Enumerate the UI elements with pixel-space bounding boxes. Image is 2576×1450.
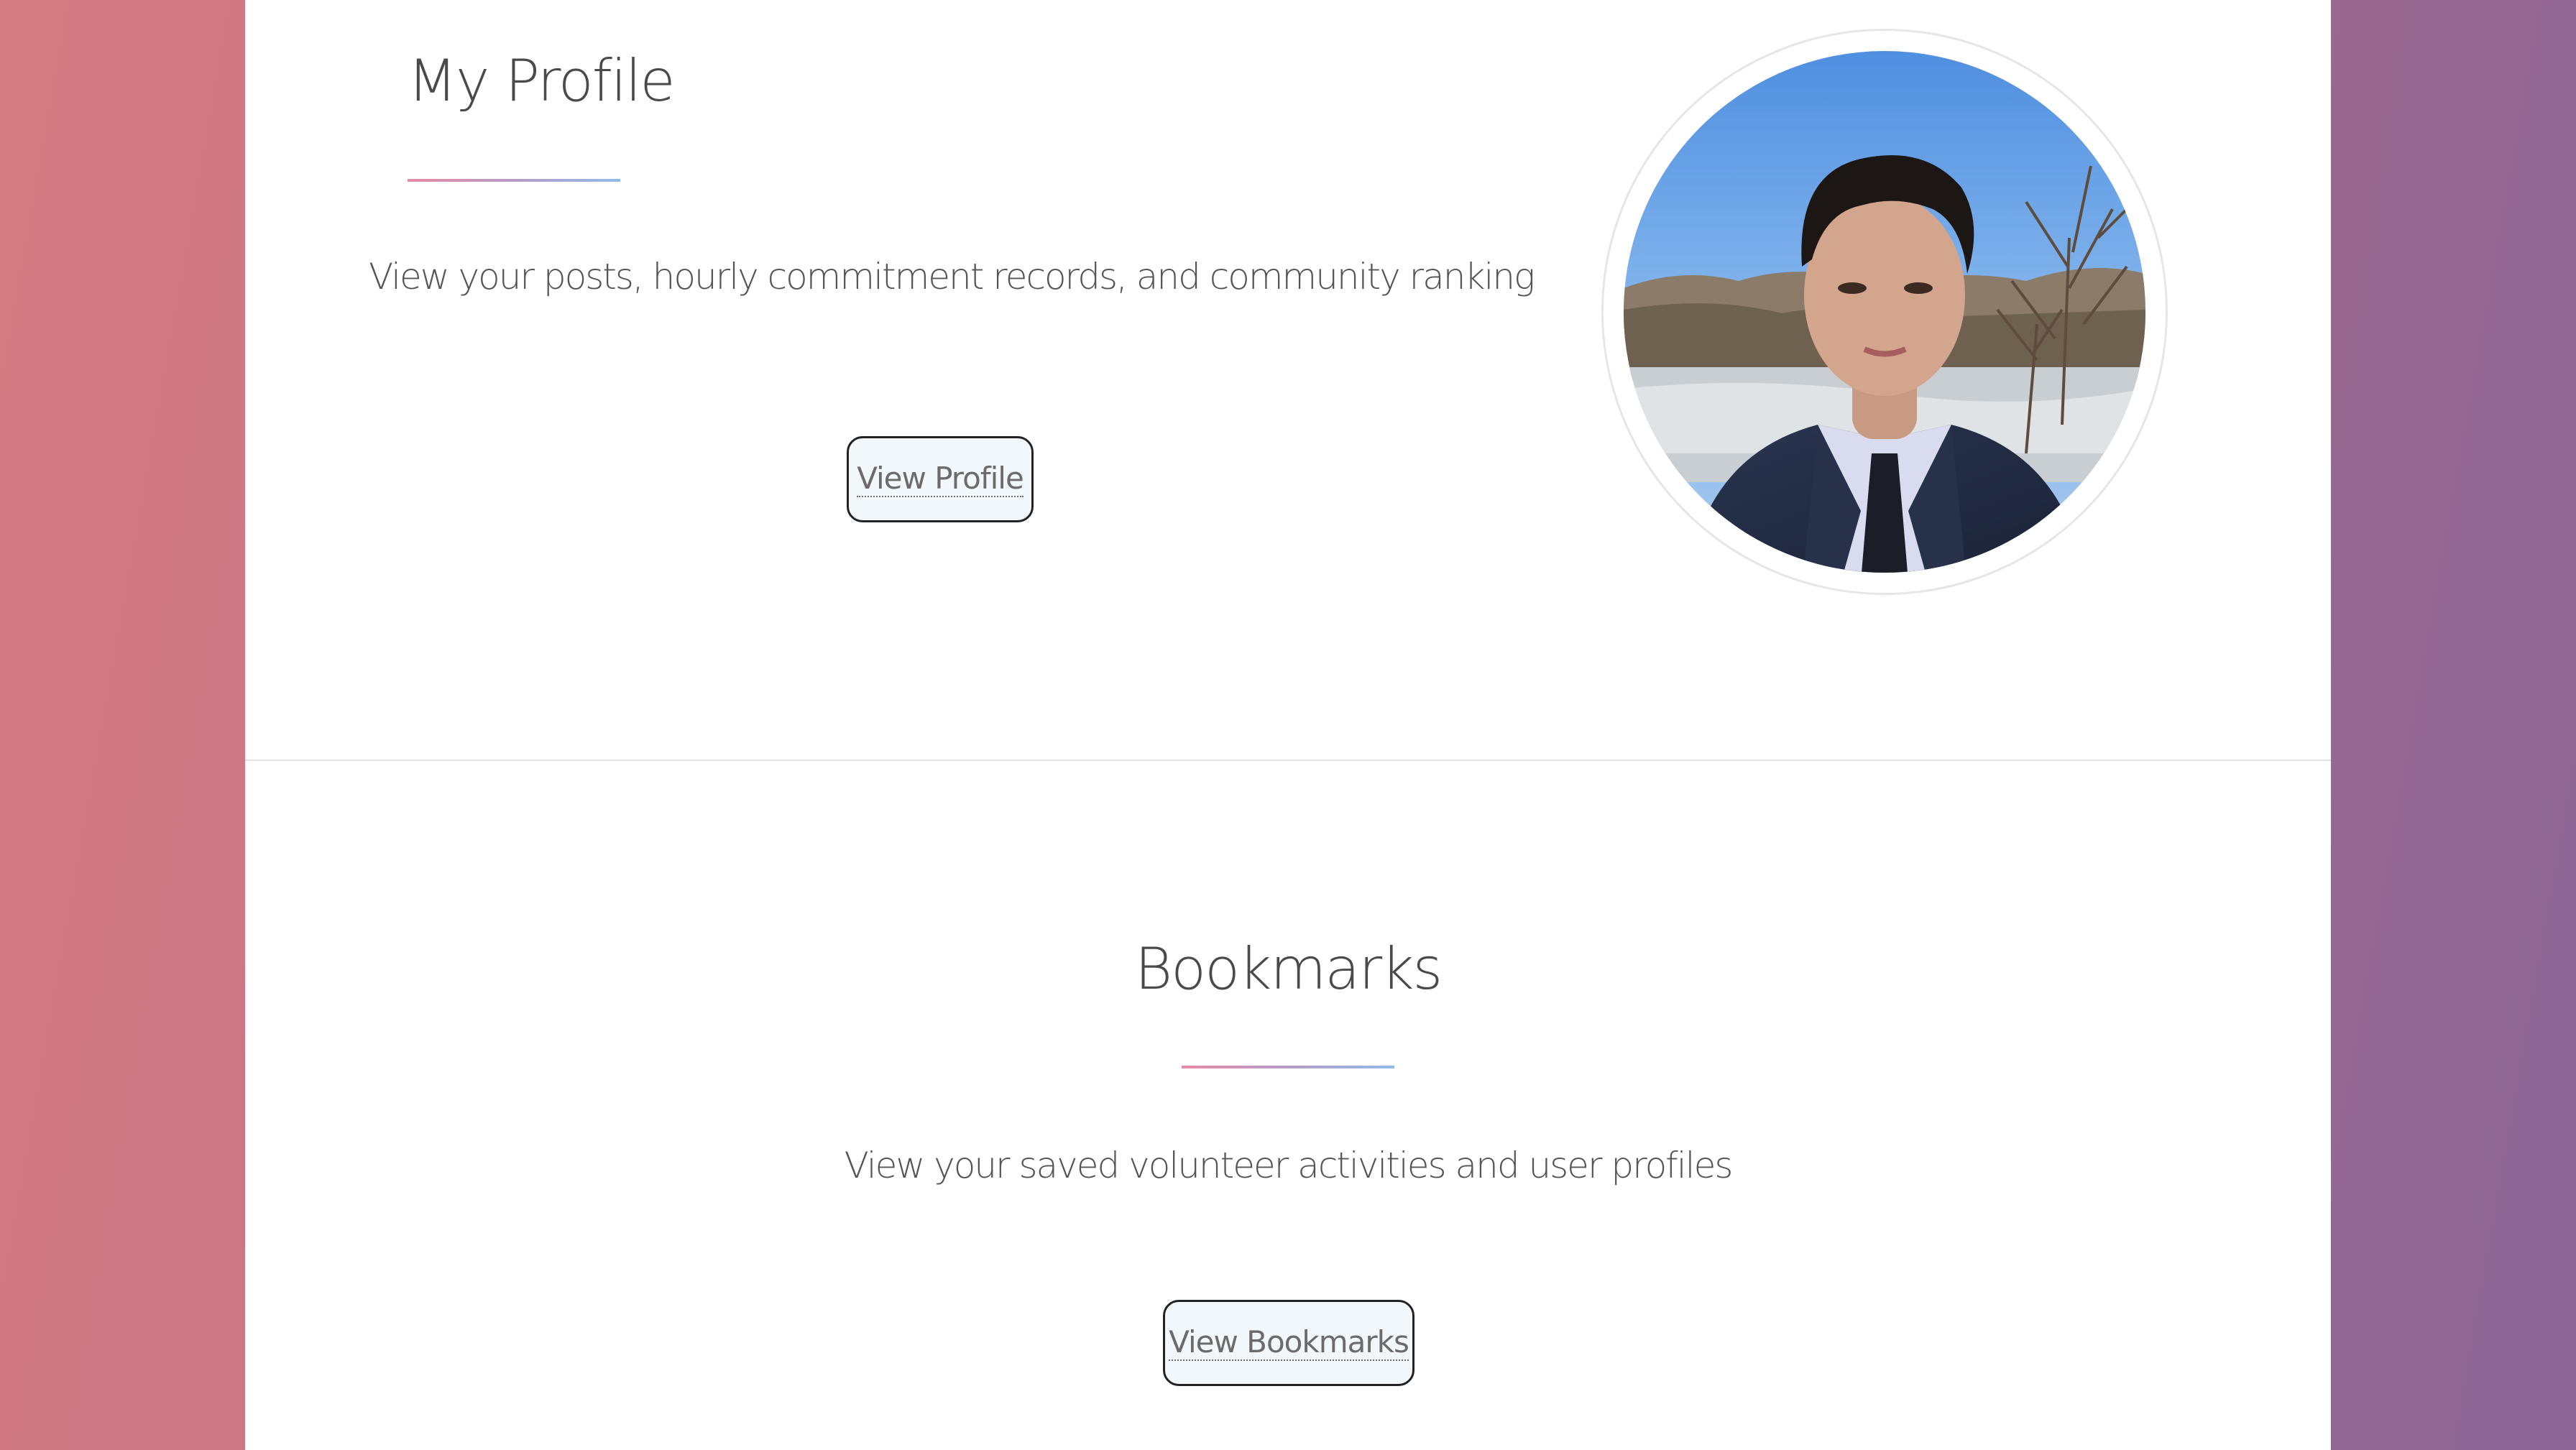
avatar-frame xyxy=(1601,29,2168,595)
profile-section: My Profile View your posts, hourly commi… xyxy=(245,0,2331,761)
profile-description: View your posts, hourly commitment recor… xyxy=(369,256,1535,297)
view-profile-button-label: View Profile xyxy=(857,461,1024,498)
bookmarks-description: View your saved volunteer activities and… xyxy=(844,1145,1734,1186)
bookmarks-section: Bookmarks View your saved volunteer acti… xyxy=(245,761,2331,1450)
avatar-photo xyxy=(1624,51,2145,573)
view-bookmarks-button-label: View Bookmarks xyxy=(1169,1324,1409,1362)
profile-title: My Profile xyxy=(408,47,676,114)
content-panel: My Profile View your posts, hourly commi… xyxy=(245,0,2331,1450)
bookmarks-title: Bookmarks xyxy=(1134,936,1443,1002)
view-profile-button[interactable]: View Profile xyxy=(847,436,1034,522)
bookmarks-title-underline xyxy=(1182,1066,1394,1068)
view-bookmarks-button[interactable]: View Bookmarks xyxy=(1163,1300,1414,1386)
profile-title-underline xyxy=(408,179,620,182)
profile-avatar xyxy=(1624,51,2145,573)
